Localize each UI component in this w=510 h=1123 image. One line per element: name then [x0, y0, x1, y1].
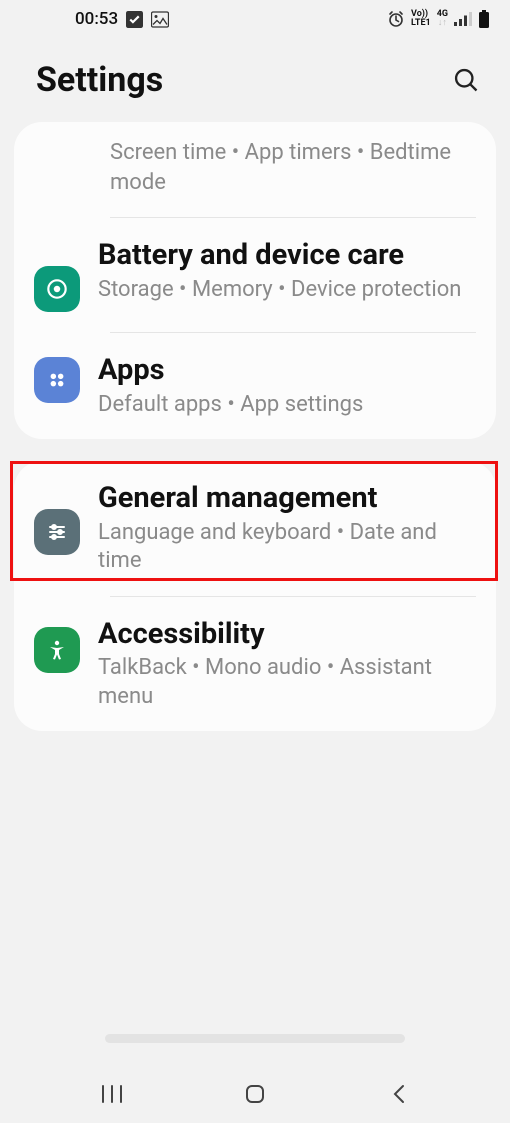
row-text: Battery and device care Storage • Memory… — [98, 238, 476, 304]
device-care-icon — [34, 266, 80, 312]
net-gen: 4G ↓↑ — [437, 10, 448, 28]
alarm-icon — [387, 10, 405, 28]
row-apps[interactable]: Apps Default apps • App settings — [14, 333, 496, 439]
row-title: Apps — [98, 353, 476, 388]
row-subtitle: Language and keyboard • Date and time — [98, 519, 476, 576]
row-subtitle: Default apps • App settings — [98, 391, 476, 420]
checkbox-icon — [126, 11, 143, 28]
row-text: Apps Default apps • App settings — [98, 353, 476, 419]
arrows-icon: ↓↑ — [438, 19, 447, 28]
image-icon — [151, 11, 169, 28]
status-bar: 00:53 Vo)) LTE1 4G ↓↑ — [0, 0, 510, 38]
row-general-management[interactable]: General management Language and keyboard… — [14, 461, 496, 596]
status-right: Vo)) LTE1 4G ↓↑ — [387, 10, 490, 28]
row-accessibility[interactable]: Accessibility TalkBack • Mono audio • As… — [14, 597, 496, 732]
row-subtitle: Storage • Memory • Device protection — [98, 276, 476, 305]
row-subtitle: Screen time • App timers • Bedtime mode — [110, 138, 476, 197]
battery-icon — [478, 10, 490, 28]
settings-card-2: General management Language and keyboard… — [14, 461, 496, 731]
settings-card-1: Screen time • App timers • Bedtime mode … — [14, 122, 496, 439]
status-time: 00:53 — [75, 9, 118, 29]
status-left: 00:53 — [20, 9, 169, 29]
row-title: General management — [98, 481, 476, 516]
row-digital-wellbeing-partial[interactable]: Screen time • App timers • Bedtime mode — [14, 122, 496, 217]
row-text: General management Language and keyboard… — [98, 481, 476, 576]
recents-button[interactable] — [82, 1074, 142, 1114]
row-title: Accessibility — [98, 617, 476, 652]
nav-bar — [0, 1065, 510, 1123]
header: Settings — [0, 38, 510, 122]
row-battery-device-care[interactable]: Battery and device care Storage • Memory… — [14, 218, 496, 332]
home-button[interactable] — [225, 1074, 285, 1114]
apps-icon — [34, 357, 80, 403]
search-icon[interactable] — [452, 66, 480, 94]
accessibility-icon — [34, 627, 80, 673]
row-title: Battery and device care — [98, 238, 476, 273]
signal-icon — [454, 12, 472, 26]
volte-label: Vo)) LTE1 — [411, 10, 431, 28]
volte-bottom: LTE1 — [411, 19, 431, 28]
back-button[interactable] — [368, 1074, 428, 1114]
scroll-indicator[interactable] — [105, 1034, 405, 1043]
general-management-icon — [34, 509, 80, 555]
row-subtitle: TalkBack • Mono audio • Assistant menu — [98, 654, 476, 711]
page-title: Settings — [36, 60, 163, 100]
row-text: Accessibility TalkBack • Mono audio • As… — [98, 617, 476, 712]
